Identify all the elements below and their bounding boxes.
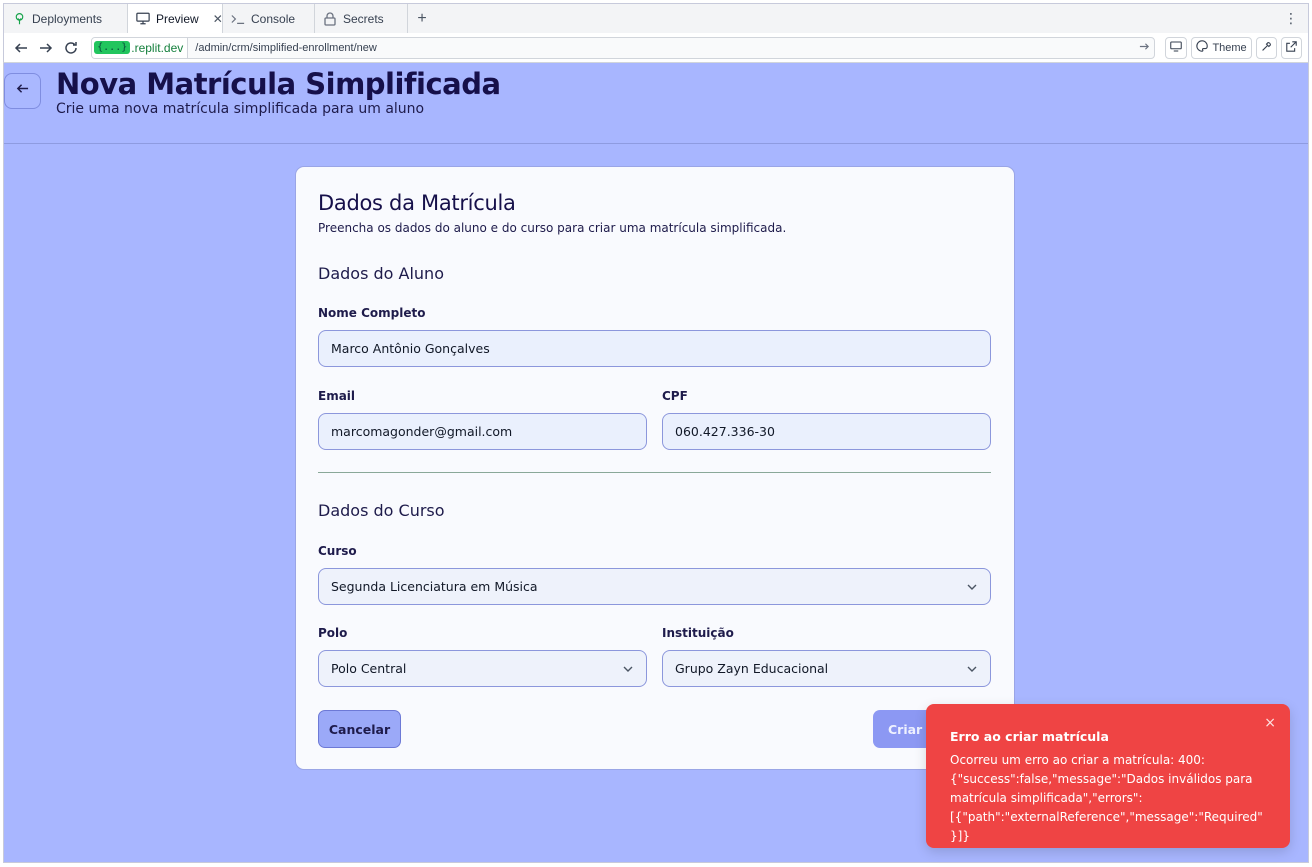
form-description: Preencha os dados do aluno e do curso pa… — [318, 221, 787, 235]
cpf-label: CPF — [662, 389, 688, 403]
toast-message: Ocorreu um erro ao criar a matrícula: 40… — [950, 753, 1263, 843]
page-subtitle: Crie uma nova matrícula simplificada par… — [56, 101, 425, 117]
terminal-icon — [231, 12, 245, 26]
course-select-value: Segunda Licenciatura em Música — [331, 579, 538, 594]
polo-select-value: Polo Central — [331, 661, 407, 676]
polo-label: Polo — [318, 626, 348, 640]
browser-tab-bar: Deployments Preview ✕ Console Secrets + … — [3, 3, 1309, 33]
url-path: /admin/crm/simplified-enrollment/new — [195, 41, 377, 54]
monitor-icon — [136, 12, 150, 26]
external-link-icon — [1286, 40, 1297, 55]
url-field[interactable]: {...} .replit.dev /admin/crm/simplified-… — [91, 36, 1156, 59]
device-preview-button[interactable] — [1165, 36, 1188, 59]
devtools-button[interactable] — [1256, 36, 1277, 59]
institution-select[interactable]: Grupo Zayn Educacional — [662, 650, 991, 687]
error-toast: Erro ao criar matrícula Ocorreu um erro … — [926, 704, 1290, 848]
open-new-window-button[interactable] — [1281, 36, 1302, 59]
domain-text: .replit.dev — [131, 40, 184, 55]
enrollment-form-card: Dados da Matrícula Preencha os dados do … — [295, 166, 1015, 770]
theme-label: Theme — [1212, 41, 1247, 54]
form-title: Dados da Matrícula — [318, 191, 516, 215]
lock-icon — [323, 11, 337, 26]
tab-console[interactable]: Console — [223, 4, 315, 33]
name-input[interactable]: Marco Antônio Gonçalves — [318, 330, 991, 367]
name-label: Nome Completo — [318, 306, 426, 320]
tab-preview[interactable]: Preview ✕ — [128, 4, 223, 33]
close-icon[interactable]: × — [1264, 715, 1276, 731]
go-arrow-icon[interactable] — [1134, 41, 1154, 55]
tab-label: Console — [251, 11, 296, 26]
email-label: Email — [318, 389, 356, 403]
tree-icon — [12, 12, 26, 26]
polo-select[interactable]: Polo Central — [318, 650, 647, 687]
more-options-icon[interactable]: ⋮ — [1284, 10, 1298, 26]
chevron-down-icon — [622, 663, 634, 675]
address-bar: {...} .replit.dev /admin/crm/simplified-… — [3, 33, 1309, 63]
monitor-icon — [1170, 40, 1182, 55]
tab-label: Deployments — [32, 11, 103, 26]
arrow-left-icon — [16, 82, 29, 100]
course-label: Curso — [318, 544, 357, 558]
palette-icon — [1196, 40, 1209, 55]
institution-label: Instituição — [662, 626, 734, 640]
forward-arrow-icon[interactable] — [35, 36, 56, 60]
cpf-input[interactable]: 060.427.336-30 — [662, 413, 991, 450]
course-select[interactable]: Segunda Licenciatura em Música — [318, 568, 991, 605]
wrench-icon — [1261, 41, 1272, 55]
theme-button[interactable]: Theme — [1191, 36, 1252, 59]
page-header: Nova Matrícula Simplificada Crie uma nov… — [4, 63, 1308, 144]
chevron-down-icon — [966, 663, 978, 675]
domain-chip: {...} .replit.dev — [92, 37, 189, 58]
chevron-down-icon — [966, 581, 978, 593]
institution-select-value: Grupo Zayn Educacional — [675, 661, 829, 676]
tab-deployments[interactable]: Deployments — [4, 4, 128, 33]
domain-badge: {...} — [94, 41, 131, 54]
tab-label: Preview — [156, 11, 199, 26]
close-icon[interactable]: ✕ — [213, 12, 223, 26]
cancel-button[interactable]: Cancelar — [318, 710, 401, 748]
reload-icon[interactable] — [60, 36, 81, 60]
tab-secrets[interactable]: Secrets — [315, 4, 408, 33]
student-section-title: Dados do Aluno — [318, 264, 444, 283]
course-section-title: Dados do Curso — [318, 501, 445, 520]
back-arrow-icon[interactable] — [10, 36, 31, 60]
email-input[interactable]: marcomagonder@gmail.com — [318, 413, 647, 450]
section-divider — [318, 472, 991, 473]
back-button[interactable] — [4, 73, 41, 109]
toast-title: Erro ao criar matrícula — [950, 729, 1109, 744]
new-tab-button[interactable]: + — [408, 4, 436, 33]
page-title: Nova Matrícula Simplificada — [56, 67, 501, 101]
tab-label: Secrets — [343, 11, 384, 26]
